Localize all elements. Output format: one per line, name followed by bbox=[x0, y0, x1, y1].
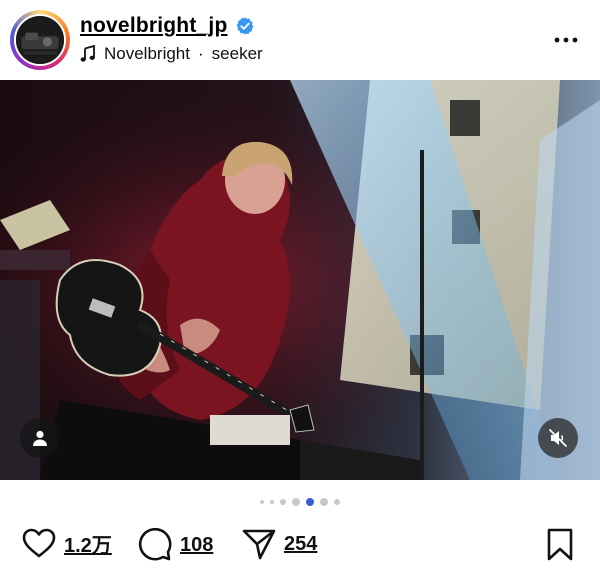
muted-speaker-icon bbox=[549, 429, 567, 447]
like-count[interactable]: 1.2万 bbox=[64, 529, 112, 558]
carousel-dot bbox=[270, 500, 274, 504]
music-note-icon bbox=[80, 45, 95, 62]
music-separator: · bbox=[198, 44, 204, 63]
like-action[interactable]: 1.2万 bbox=[22, 528, 112, 558]
avatar-image bbox=[14, 14, 66, 66]
comment-action[interactable]: 108 bbox=[138, 528, 213, 562]
comment-count[interactable]: 108 bbox=[180, 534, 213, 557]
comment-icon[interactable] bbox=[138, 528, 172, 562]
carousel-dot bbox=[280, 499, 286, 505]
username[interactable]: novelbright_jp bbox=[80, 14, 227, 38]
heart-icon[interactable] bbox=[22, 528, 56, 558]
mute-toggle-button[interactable] bbox=[538, 418, 578, 458]
post-photo[interactable] bbox=[0, 80, 600, 480]
more-icon bbox=[554, 37, 578, 43]
more-button[interactable] bbox=[552, 26, 580, 54]
avatar-picture bbox=[16, 16, 64, 64]
carousel-indicator bbox=[0, 496, 600, 508]
action-bar: 1.2万 108 254 bbox=[0, 520, 600, 570]
share-action[interactable]: 254 bbox=[242, 528, 317, 560]
carousel-dot bbox=[292, 498, 300, 506]
concert-photo bbox=[0, 80, 600, 480]
user-tag-button[interactable] bbox=[20, 418, 60, 458]
bookmark-icon[interactable] bbox=[546, 528, 574, 562]
post-header: novelbright_jp Novelbright · seeker bbox=[0, 0, 600, 80]
avatar[interactable] bbox=[10, 10, 70, 70]
carousel-dot bbox=[334, 499, 340, 505]
carousel-dot bbox=[260, 500, 264, 504]
music-row[interactable]: Novelbright · seeker bbox=[80, 44, 263, 64]
verified-badge-icon bbox=[237, 17, 254, 35]
music-artist: Novelbright bbox=[104, 44, 190, 63]
carousel-dot-active bbox=[306, 498, 314, 506]
carousel-dot bbox=[320, 498, 328, 506]
user-tag-icon bbox=[33, 430, 47, 446]
share-icon[interactable] bbox=[242, 528, 276, 560]
music-track: seeker bbox=[211, 44, 263, 63]
username-row: novelbright_jp bbox=[80, 14, 255, 38]
share-count[interactable]: 254 bbox=[284, 533, 317, 556]
